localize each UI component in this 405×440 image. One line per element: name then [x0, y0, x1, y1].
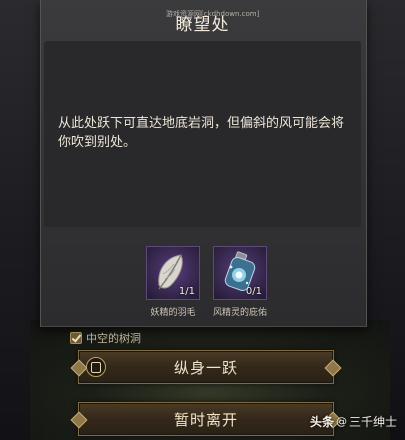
item-slot-potion[interactable]: 0/1: [213, 246, 267, 300]
description-text: 从此处跃下可直达地底岩洞，但偏斜的风可能会将 你吹到别处。: [58, 114, 358, 152]
leave-button-label: 暂时离开: [173, 410, 238, 429]
leap-button[interactable]: 纵身一跃: [78, 350, 334, 384]
leap-button-label: 纵身一跃: [173, 358, 238, 377]
source-tag: 头条 @ 三千绅士: [310, 413, 397, 430]
item-slot-feather[interactable]: 1/1: [146, 246, 200, 300]
source-at: @: [335, 415, 347, 428]
key-hint-icon: [86, 357, 106, 377]
source-brand: 头条: [309, 415, 334, 429]
item-count-feather: 1/1: [178, 286, 195, 297]
key-hint-inner: [91, 361, 101, 373]
location-check: 中空的树洞: [70, 330, 141, 346]
item-count-potion: 0/1: [245, 286, 262, 297]
dialog-title: 瞭望处: [175, 15, 230, 35]
location-check-label: 中空的树洞: [86, 332, 141, 345]
checkmark-icon: [70, 332, 82, 344]
item-label-potion: 风精灵的庇佑: [212, 308, 267, 318]
leave-button[interactable]: 暂时离开: [78, 402, 334, 436]
description-line-1: 从此处跃下可直达地底岩洞，但偏斜的风可能会将: [58, 116, 345, 131]
source-author: 三千绅士: [348, 415, 397, 429]
description-line-2: 你吹到别处。: [58, 135, 137, 150]
